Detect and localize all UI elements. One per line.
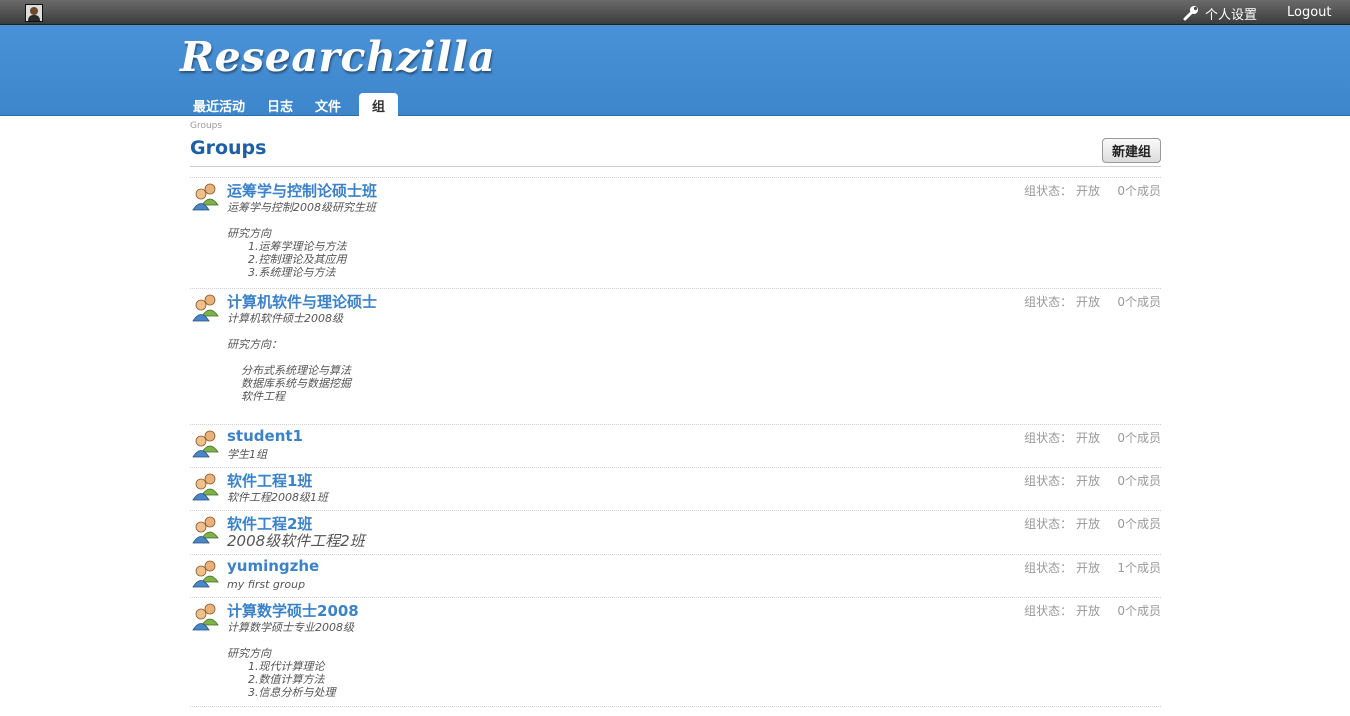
group-row: 计算数学硕士2008 计算数学硕士专业2008级 研究方向 1.现代计算理论 2.…: [190, 597, 1161, 706]
group-member-count: 1个成员: [1117, 561, 1161, 575]
group-row: student1 学生1组 组状态： 开放 0个成员: [190, 424, 1161, 467]
group-name-link[interactable]: yumingzhe: [227, 557, 319, 575]
group-name-link[interactable]: 软件工程1班: [227, 470, 312, 491]
group-status: 组状态： 开放: [1024, 561, 1100, 575]
group-icon: [191, 428, 221, 458]
title-divider: [190, 166, 1161, 167]
group-name-link[interactable]: 运筹学与控制论硕士班: [227, 180, 377, 201]
group-member-count: 0个成员: [1117, 604, 1161, 618]
group-member-count: 0个成员: [1117, 474, 1161, 488]
top-bar: 个人设置 Logout: [0, 0, 1350, 25]
group-icon: [191, 601, 221, 631]
group-description: my first group: [227, 578, 306, 591]
group-row: 运筹学与控制论硕士班 运筹学与控制2008级研究生班 研究方向 1.运筹学理论与方…: [190, 177, 1161, 288]
tab-blog[interactable]: 日志: [257, 93, 303, 116]
group-status: 组状态： 开放: [1024, 517, 1100, 531]
tab-recent-activity[interactable]: 最近活动: [183, 93, 255, 116]
group-status: 组状态： 开放: [1024, 431, 1100, 445]
tab-groups[interactable]: 组: [359, 93, 399, 116]
group-description: 学生1组: [227, 448, 267, 461]
group-name-link[interactable]: 计算机软件与理论硕士: [227, 291, 377, 312]
new-group-button[interactable]: 新建组: [1102, 138, 1161, 163]
group-name-link[interactable]: 软件工程2班: [227, 513, 312, 534]
group-status: 组状态： 开放: [1024, 184, 1100, 198]
group-status: 组状态： 开放: [1024, 604, 1100, 618]
group-icon: [191, 558, 221, 588]
main-tabs: 最近活动 日志 文件 组: [183, 93, 400, 116]
group-row: 软件工程1班 软件工程2008级1班 组状态： 开放 0个成员: [190, 467, 1161, 510]
group-row: 软件工程2班 2008级软件工程2班 组状态： 开放 0个成员: [190, 510, 1161, 554]
user-avatar[interactable]: [25, 4, 43, 22]
group-member-count: 0个成员: [1117, 431, 1161, 445]
group-description: 运筹学与控制2008级研究生班 研究方向 1.运筹学理论与方法 2.控制理论及其…: [227, 201, 376, 279]
group-icon: [191, 181, 221, 211]
breadcrumb[interactable]: Groups: [190, 121, 222, 131]
tab-files[interactable]: 文件: [305, 93, 351, 116]
group-description: 2008级软件工程2班: [227, 532, 365, 550]
group-name-link[interactable]: 计算数学硕士2008: [227, 600, 359, 621]
list-bottom-divider: [190, 706, 1161, 707]
logout-link[interactable]: Logout: [1287, 5, 1332, 20]
group-description: 软件工程2008级1班: [227, 491, 328, 504]
group-description: 计算机软件硕士2008级 研究方向： 分布式系统理论与算法 数据库系统与数据挖掘…: [227, 312, 351, 403]
group-icon: [191, 514, 221, 544]
site-logo[interactable]: Researchzilla: [180, 33, 495, 81]
group-row: 计算机软件与理论硕士 计算机软件硕士2008级 研究方向： 分布式系统理论与算法 …: [190, 288, 1161, 424]
group-icon: [191, 471, 221, 501]
wrench-icon: [1183, 6, 1198, 21]
site-header: Researchzilla 最近活动 日志 文件 组: [0, 25, 1350, 116]
group-member-count: 0个成员: [1117, 517, 1161, 531]
group-name-link[interactable]: student1: [227, 427, 303, 445]
group-member-count: 0个成员: [1117, 184, 1161, 198]
settings-link[interactable]: 个人设置: [1182, 4, 1258, 23]
group-status: 组状态： 开放: [1024, 295, 1100, 309]
settings-label: 个人设置: [1205, 7, 1258, 23]
page-title: Groups: [190, 137, 267, 159]
group-member-count: 0个成员: [1117, 295, 1161, 309]
group-description: 计算数学硕士专业2008级 研究方向 1.现代计算理论 2.数值计算方法 3.信…: [227, 621, 354, 699]
group-status: 组状态： 开放: [1024, 474, 1100, 488]
group-icon: [191, 292, 221, 322]
group-row: yumingzhe my first group 组状态： 开放 1个成员: [190, 554, 1161, 597]
